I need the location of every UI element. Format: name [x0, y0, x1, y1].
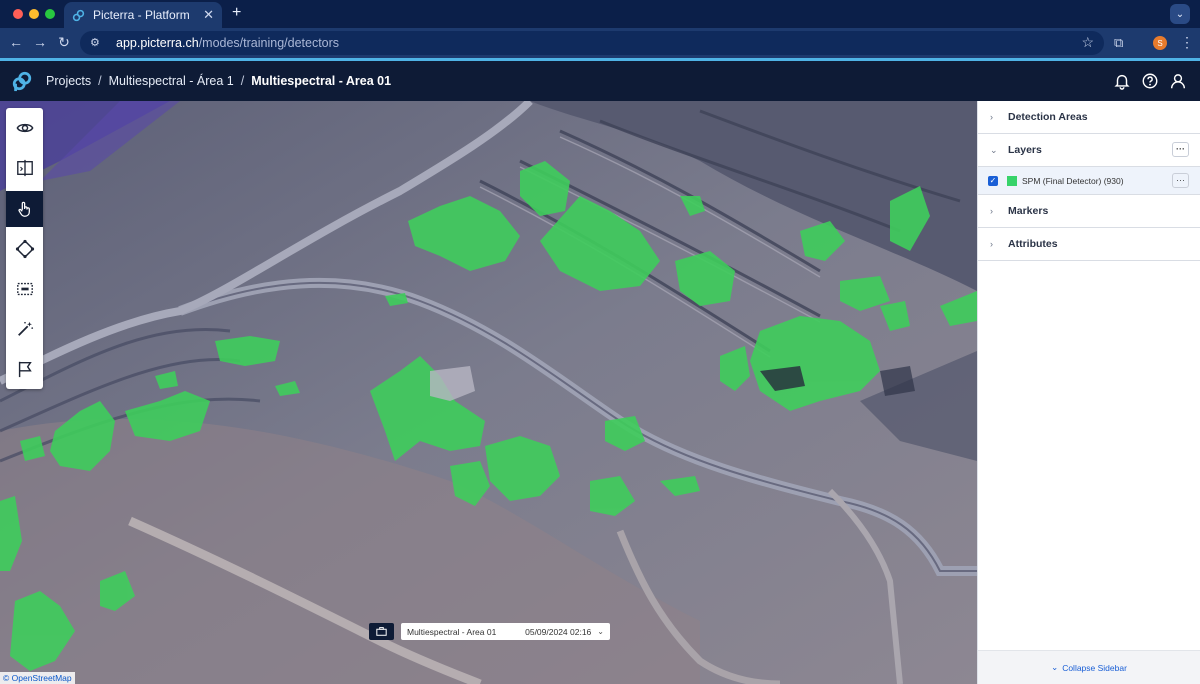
breadcrumb-current: Multiespectral - Area 01	[251, 74, 392, 88]
breadcrumb-projects[interactable]: Projects	[46, 74, 91, 88]
osm-attribution-link[interactable]: © OpenStreetMap	[0, 672, 75, 684]
section-attributes[interactable]: › Attributes	[978, 228, 1200, 261]
section-label: Markers	[1008, 205, 1049, 217]
map-imagery	[0, 101, 977, 684]
section-label: Layers	[1008, 144, 1042, 156]
tool-magic-wand[interactable]	[6, 311, 43, 347]
collapse-sidebar-label: Collapse Sidebar	[1062, 662, 1127, 673]
url-field[interactable]: ⚙ app.picterra.ch/modes/training/detecto…	[80, 31, 1104, 55]
back-arrow-icon[interactable]: ←	[7, 34, 25, 50]
collapse-sidebar-button[interactable]: ⌄ Collapse Sidebar	[978, 650, 1200, 684]
window-maximize-button[interactable]	[45, 9, 55, 19]
user-icon[interactable]	[1169, 72, 1187, 90]
tool-polygon[interactable]	[6, 231, 43, 267]
chevron-down-icon: ⌄	[597, 627, 604, 636]
new-tab-button[interactable]: +	[232, 4, 241, 22]
layer-item[interactable]: ✓ SPM (Final Detector) (930) ···	[978, 167, 1200, 195]
help-icon[interactable]	[1141, 72, 1159, 90]
map-tool-palette	[6, 108, 43, 389]
browser-tab-bar: Picterra - Platform ✕ + ⌄	[0, 0, 1200, 28]
reload-icon[interactable]: ↻	[55, 34, 73, 51]
right-sidebar: › Detection Areas ⌄ Layers ··· ✓ SPM (Fi…	[977, 101, 1200, 684]
imagery-select[interactable]: Multiespectral - Area 01 05/09/2024 02:1…	[401, 623, 610, 640]
tool-flag[interactable]	[6, 351, 43, 387]
imagery-name: Multiespectral - Area 01	[407, 626, 497, 637]
tool-pan-hand[interactable]	[6, 191, 43, 227]
breadcrumb-separator: /	[240, 74, 245, 88]
url-path: /modes/training/detectors	[198, 36, 340, 50]
url-domain: app.picterra.ch	[116, 36, 199, 50]
profile-avatar[interactable]: S	[1153, 36, 1167, 50]
section-markers[interactable]: › Markers	[978, 195, 1200, 228]
bell-icon[interactable]	[1113, 72, 1131, 90]
breadcrumb-separator: /	[98, 74, 102, 88]
browser-menu-icon[interactable]: ⋮	[1180, 34, 1194, 51]
browser-tab[interactable]: Picterra - Platform ✕	[64, 2, 222, 28]
section-label: Attributes	[1008, 238, 1058, 250]
section-detection-areas[interactable]: › Detection Areas	[978, 101, 1200, 134]
tool-split-view[interactable]	[6, 150, 43, 186]
briefcase-icon	[376, 627, 387, 636]
picterra-logo-icon[interactable]	[11, 70, 33, 92]
tab-close-icon[interactable]: ✕	[203, 7, 214, 23]
tool-eye[interactable]	[6, 110, 43, 146]
imagery-toggle-button[interactable]	[369, 623, 394, 640]
window-close-button[interactable]	[13, 9, 23, 19]
tab-title: Picterra - Platform	[93, 8, 190, 22]
tool-rectangle-select[interactable]	[6, 271, 43, 307]
forward-arrow-icon[interactable]: →	[31, 34, 49, 50]
magic-wand-icon	[17, 321, 33, 336]
chevron-right-icon: ›	[990, 239, 993, 249]
site-info-icon[interactable]: ⚙	[90, 36, 104, 50]
browser-address-bar: ← → ↻ ⚙ app.picterra.ch/modes/training/d…	[0, 28, 1200, 58]
layer-checkbox[interactable]: ✓	[988, 175, 998, 186]
layers-more-button[interactable]: ···	[1172, 142, 1189, 157]
layer-label: SPM (Final Detector) (930)	[1022, 175, 1124, 186]
layer-color-swatch	[1007, 175, 1017, 186]
chevron-right-icon: ›	[990, 206, 993, 216]
bookmark-star-icon[interactable]: ☆	[1081, 34, 1094, 51]
split-view-icon	[16, 159, 33, 177]
imagery-date-bar: Multiespectral - Area 01 05/09/2024 02:1…	[369, 623, 610, 640]
polygon-icon	[15, 239, 34, 259]
chevron-down-icon: ⌄	[990, 144, 998, 155]
section-layers[interactable]: ⌄ Layers ···	[978, 134, 1200, 167]
window-minimize-button[interactable]	[29, 9, 39, 19]
imagery-date: 05/09/2024 02:16	[525, 626, 592, 637]
layer-more-button[interactable]: ···	[1172, 173, 1189, 188]
app-header: Projects / Multiespectral - Área 1 / Mul…	[0, 61, 1200, 101]
picterra-favicon-icon	[72, 9, 85, 21]
pan-hand-icon	[17, 201, 30, 217]
eye-icon	[16, 123, 33, 133]
rectangle-select-icon	[16, 282, 33, 296]
section-label: Detection Areas	[1008, 111, 1088, 123]
flag-icon	[18, 361, 32, 378]
double-chevron-down-icon: ⌄	[1051, 662, 1059, 672]
breadcrumb-project-area[interactable]: Multiespectral - Área 1	[109, 74, 234, 88]
satellite-map[interactable]: Multiespectral - Area 01 05/09/2024 02:1…	[0, 101, 977, 684]
breadcrumb: Projects / Multiespectral - Área 1 / Mul…	[46, 74, 391, 88]
extensions-puzzle-icon[interactable]: ⧉	[1114, 35, 1123, 51]
chevron-right-icon: ›	[990, 112, 993, 122]
tab-search-chevron-icon[interactable]: ⌄	[1170, 4, 1190, 24]
